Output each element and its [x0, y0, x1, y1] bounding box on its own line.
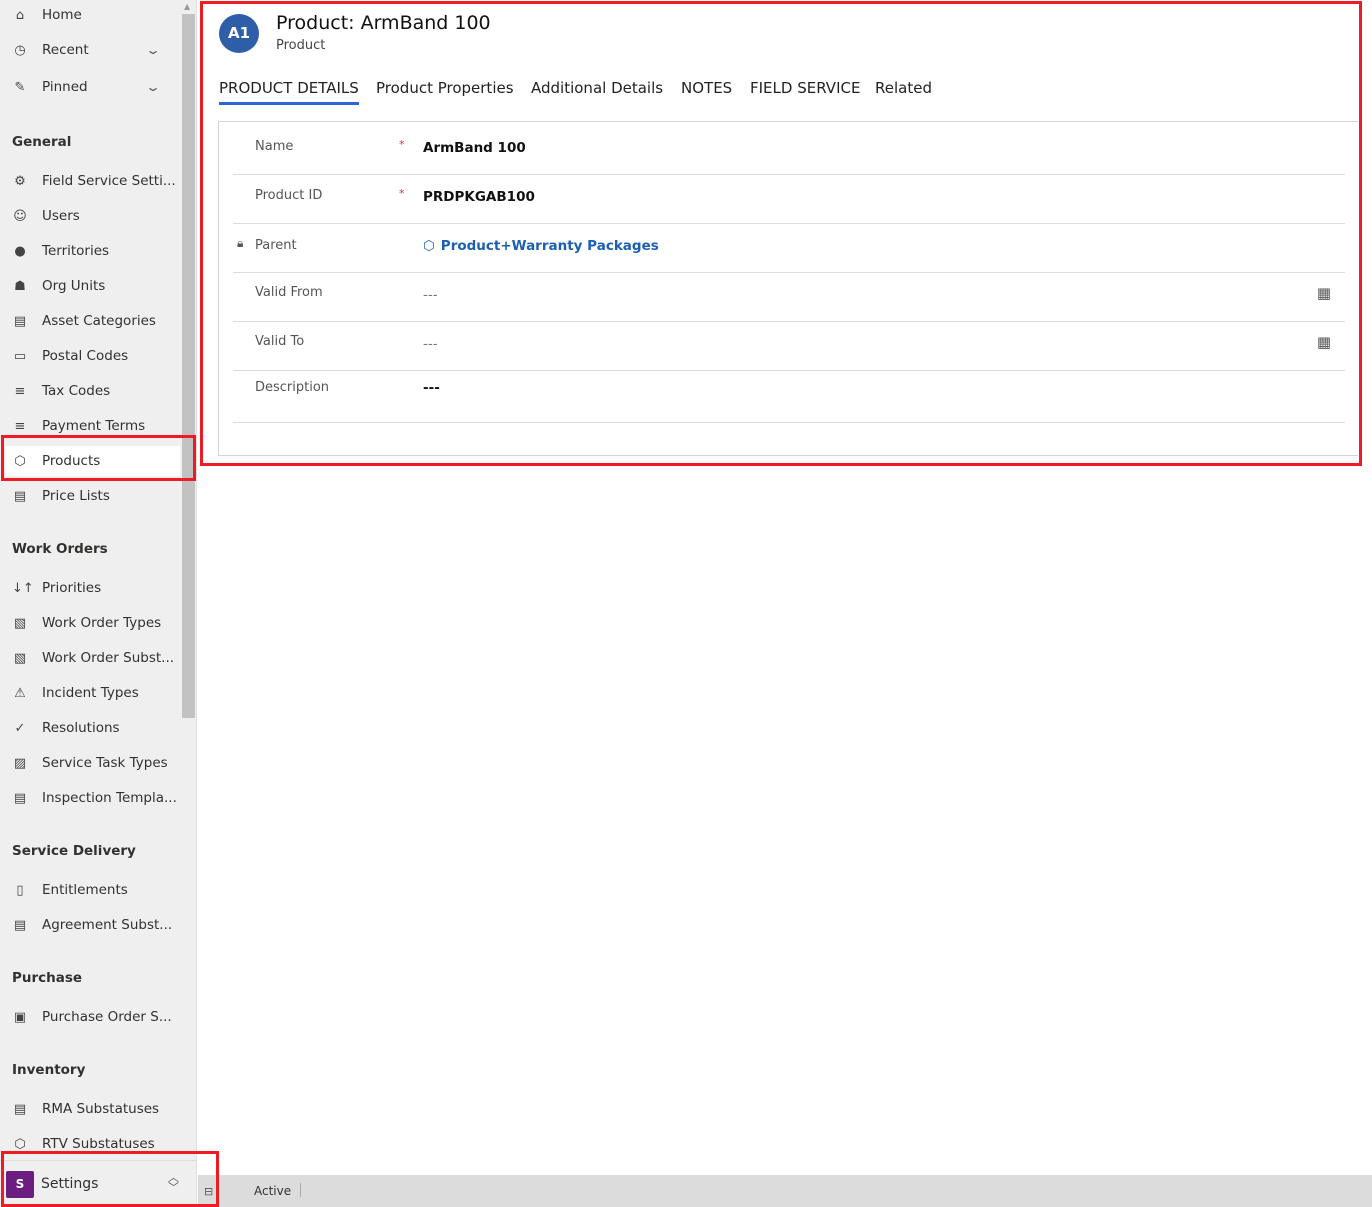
product-id-value[interactable]: PRDPKGAB100 [423, 189, 535, 205]
tab-additional-details[interactable]: Additional Details [531, 79, 663, 97]
chevron-down-icon[interactable]: ⌄ [145, 43, 161, 57]
nav-postal-codes[interactable]: ▭ Postal Codes [0, 341, 182, 371]
nav-territories[interactable]: ● Territories [0, 236, 182, 266]
nav-asset-categories[interactable]: ▤ Asset Categories [0, 306, 182, 336]
group-inventory: Inventory [12, 1062, 86, 1078]
chevron-down-icon[interactable]: ⌄ [145, 80, 161, 94]
nav-pinned[interactable]: ✎ Pinned ⌄ [0, 72, 182, 102]
divider [300, 1183, 301, 1197]
document-icon: ▤ [13, 1101, 27, 1117]
warning-icon: ⚠ [14, 685, 26, 701]
nav-tax-codes[interactable]: ≡ Tax Codes [0, 376, 182, 406]
entity-type: Product [276, 38, 326, 53]
nav-priorities[interactable]: ↓↑ Priorities [0, 573, 182, 603]
database-icon: ≡ [14, 383, 26, 399]
required-marker: * [399, 138, 405, 151]
required-marker: * [399, 187, 405, 200]
nav-recent[interactable]: ◷ Recent ⌄ [0, 35, 182, 65]
document-icon: ▤ [13, 488, 27, 504]
nav-entitlements[interactable]: ▯ Entitlements [0, 875, 182, 905]
nav-work-order-substatuses[interactable]: ▧ Work Order Subst... [0, 643, 182, 673]
globe-icon: ● [14, 243, 26, 259]
nav-service-task-types[interactable]: ▨ Service Task Types [0, 748, 182, 778]
gear-icon: ⚙ [14, 173, 26, 189]
sidebar-scrollbar[interactable] [182, 14, 195, 718]
nav-products[interactable]: ⬡ Products [6, 446, 180, 476]
form-section: Name * ArmBand 100 Product ID * PRDPKGAB… [218, 121, 1358, 456]
valid-from-input[interactable]: --- [423, 287, 438, 303]
box-icon: ⬡ [14, 453, 26, 469]
user-icon: ☺ [13, 208, 27, 224]
check-circle-icon: ✓ [14, 720, 26, 736]
group-work-orders: Work Orders [12, 541, 108, 557]
tab-product-properties[interactable]: Product Properties [376, 79, 514, 97]
status-text: Active [254, 1184, 292, 1198]
valid-to-input[interactable]: --- [423, 336, 438, 352]
area-avatar: S [6, 1171, 34, 1198]
lock-icon: 🔒︎ [237, 236, 244, 250]
chevron-updown-icon[interactable]: ︿ ﹀ [168, 1172, 179, 1193]
clipboard-icon: ▧ [13, 650, 27, 666]
status-bar: ⊟ Active [198, 1175, 1372, 1207]
scroll-up-arrow[interactable]: ▲ [184, 2, 190, 11]
nav-work-order-types[interactable]: ▧ Work Order Types [0, 608, 182, 638]
tab-product-details[interactable]: PRODUCT DETAILS [219, 79, 359, 105]
description-input[interactable]: --- [423, 380, 440, 396]
box-icon: ⬡ [423, 238, 435, 254]
nav-purchase-order-substatuses[interactable]: ▣ Purchase Order S... [0, 1002, 182, 1032]
nav-rtv-substatuses[interactable]: ⬡ RTV Substatuses [0, 1129, 182, 1159]
nav-rma-substatuses[interactable]: ▤ RMA Substatuses [0, 1094, 182, 1124]
nav-home[interactable]: ⌂ Home [0, 0, 182, 30]
group-general: General [12, 134, 72, 150]
record-form: A1 Product: ArmBand 100 Product PRODUCT … [198, 0, 1372, 1175]
field-description: Description --- [233, 371, 1345, 423]
entitlement-icon: ▯ [16, 882, 24, 898]
field-name: Name * ArmBand 100 [233, 122, 1345, 175]
clipboard-icon: ▧ [13, 615, 27, 631]
sort-icon: ↓↑ [12, 580, 34, 596]
nav-incident-types[interactable]: ⚠ Incident Types [0, 678, 182, 708]
nav-price-lists[interactable]: ▤ Price Lists [0, 481, 182, 511]
org-chart-icon: ☗ [14, 278, 26, 294]
document-icon: ▤ [13, 917, 27, 933]
group-purchase: Purchase [12, 970, 83, 986]
nav-agreement-substatuses[interactable]: ▤ Agreement Subst... [0, 910, 182, 940]
postal-icon: ▭ [13, 348, 27, 364]
home-icon: ⌂ [15, 7, 25, 23]
nav-users[interactable]: ☺ Users [0, 201, 182, 231]
tab-field-service[interactable]: FIELD SERVICE [750, 79, 860, 97]
field-product-id: Product ID * PRDPKGAB100 [233, 175, 1345, 224]
field-valid-from: Valid From --- ▦ [233, 273, 1345, 322]
name-value[interactable]: ArmBand 100 [423, 140, 526, 156]
nav-payment-terms[interactable]: ≡ Payment Terms [0, 411, 182, 441]
area-label: Settings [41, 1176, 99, 1192]
asset-icon: ▤ [13, 313, 27, 329]
page-title: Product: ArmBand 100 [276, 12, 491, 34]
field-parent: 🔒︎ Parent ⬡ Product+Warranty Packages [233, 224, 1345, 273]
tab-related[interactable]: Related [875, 79, 932, 97]
database-icon: ≡ [14, 418, 26, 434]
group-service-delivery: Service Delivery [12, 843, 136, 859]
pin-icon: ✎ [14, 79, 26, 95]
nav-field-service-settings[interactable]: ⚙ Field Service Setti... [0, 166, 182, 196]
purchase-icon: ▣ [13, 1009, 27, 1025]
clock-icon: ◷ [14, 42, 26, 58]
area-switcher[interactable]: S Settings ︿ ﹀ [0, 1160, 196, 1207]
calendar-icon[interactable]: ▦ [1317, 333, 1331, 351]
nav-resolutions[interactable]: ✓ Resolutions [0, 713, 182, 743]
sidebar-nav: ▲ ⌂ Home ◷ Recent ⌄ ✎ Pinned ⌄ General ⚙ Field… [0, 0, 197, 1207]
parent-link[interactable]: ⬡ Product+Warranty Packages [423, 238, 659, 254]
tab-notes[interactable]: NOTES [681, 79, 732, 97]
box-return-icon: ⬡ [14, 1136, 26, 1152]
field-valid-to: Valid To --- ▦ [233, 322, 1345, 371]
nav-inspection-templates[interactable]: ▤ Inspection Templa... [0, 783, 182, 813]
task-icon: ▨ [13, 755, 27, 771]
nav-org-units[interactable]: ☗ Org Units [0, 271, 182, 301]
open-record-icon[interactable]: ⊟ [204, 1185, 213, 1198]
record-avatar: A1 [219, 14, 259, 53]
calendar-icon[interactable]: ▦ [1317, 284, 1331, 302]
document-icon: ▤ [13, 790, 27, 806]
